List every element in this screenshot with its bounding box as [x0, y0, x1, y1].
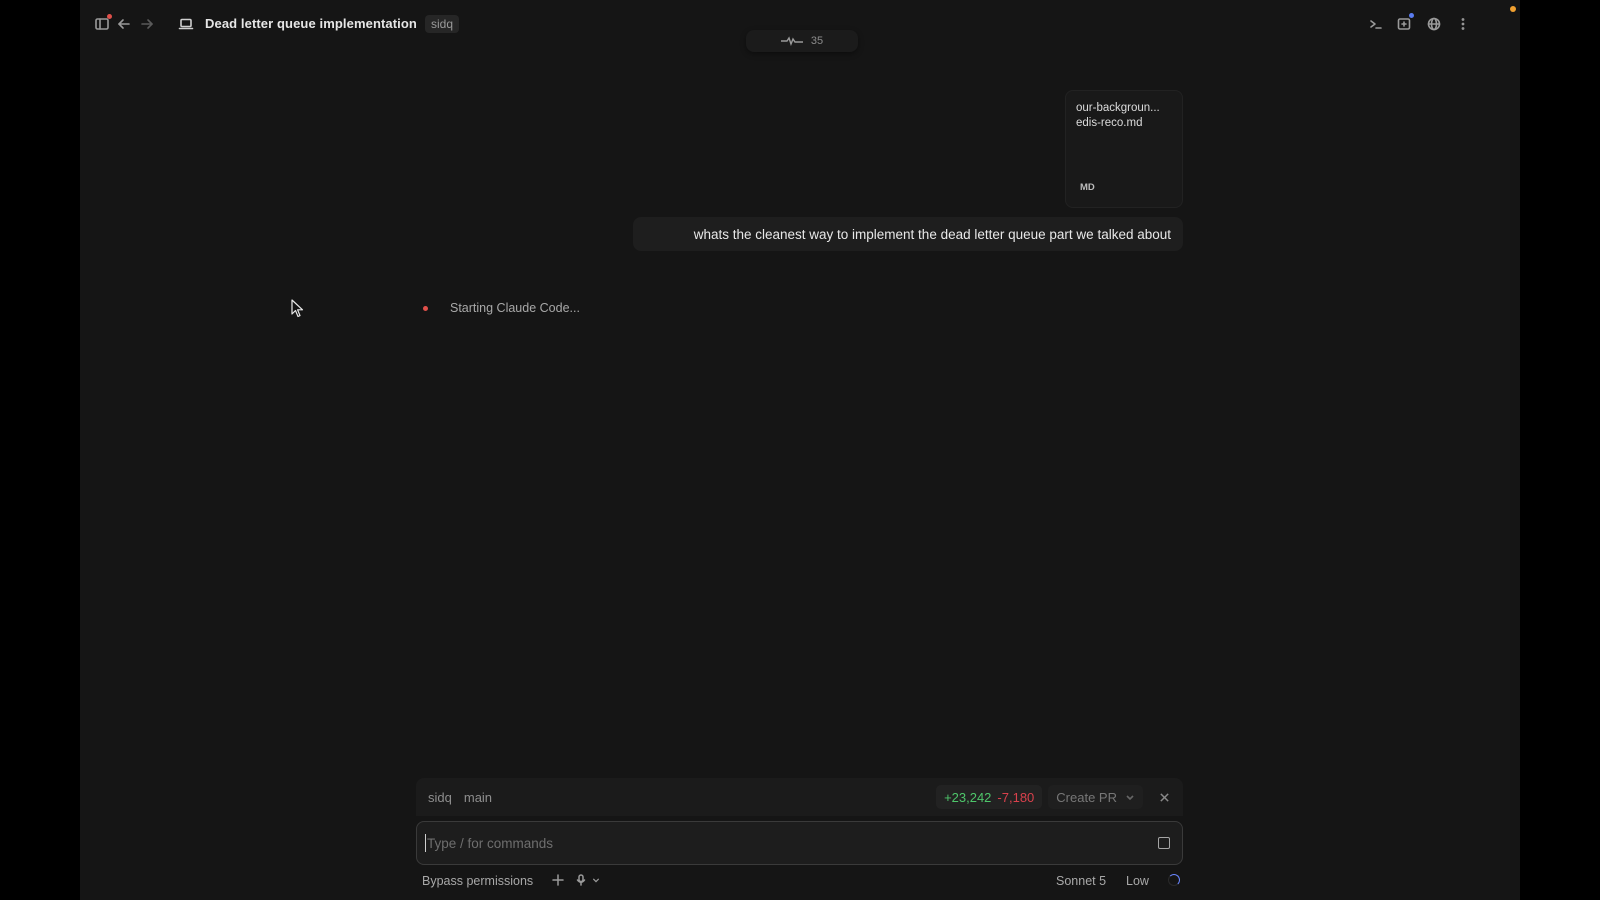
new-window-icon[interactable] — [1394, 13, 1414, 34]
more-vertical-icon[interactable] — [1453, 14, 1473, 34]
sidebar-toggle-icon[interactable] — [92, 14, 112, 34]
conversation-title[interactable]: Dead letter queue implementation — [205, 16, 417, 31]
prompt-input[interactable] — [425, 834, 1125, 852]
additions-count: +23,242 — [944, 789, 992, 805]
loading-spinner-icon — [1168, 874, 1180, 886]
create-pr-button[interactable]: Create PR — [1048, 785, 1143, 809]
diff-stats[interactable]: +23,242 -7,180 — [936, 785, 1043, 809]
attachment-name-line2: edis-reco.md — [1076, 117, 1143, 129]
globe-icon[interactable] — [1424, 14, 1444, 34]
repo-name[interactable]: sidq — [428, 790, 452, 805]
attachment-card[interactable]: our-backgroun... edis-reco.md MD — [1065, 90, 1183, 208]
status-text: Starting Claude Code... — [450, 301, 580, 315]
laptop-icon — [176, 14, 196, 34]
plus-icon[interactable] — [551, 872, 565, 888]
composer — [416, 821, 1183, 865]
activity-wave-icon — [780, 36, 803, 46]
status-dot-orange — [1510, 6, 1516, 12]
close-icon[interactable] — [1157, 790, 1171, 804]
deletions-count: -7,180 — [997, 789, 1035, 805]
app-window: Dead letter queue implementation sidq 35… — [80, 0, 1520, 900]
activity-count: 35 — [810, 35, 824, 47]
user-message: whats the cleanest way to implement the … — [633, 217, 1183, 251]
forward-arrow-icon[interactable] — [137, 14, 157, 34]
terminal-icon[interactable] — [1366, 14, 1386, 34]
chevron-down-icon[interactable] — [1125, 790, 1135, 805]
update-dot — [1409, 13, 1414, 18]
model-selector[interactable]: Sonnet 5 — [1056, 874, 1106, 888]
effort-selector[interactable]: Low — [1126, 874, 1149, 888]
back-arrow-icon[interactable] — [114, 14, 134, 34]
branch-bar: sidq main +23,242 -7,180 Create PR — [416, 778, 1183, 816]
mouse-cursor-icon — [291, 299, 304, 318]
attachment-type: MD — [1080, 182, 1095, 193]
create-pr-label: Create PR — [1056, 789, 1117, 805]
microphone-icon[interactable] — [575, 873, 605, 887]
stop-icon[interactable] — [1158, 837, 1170, 849]
top-bar: Dead letter queue implementation sidq 35 — [80, 0, 1520, 52]
permissions-mode[interactable]: Bypass permissions — [422, 874, 533, 888]
attachment-name-line1: our-backgroun... — [1076, 102, 1160, 114]
notification-dot — [107, 14, 112, 19]
activity-indicator[interactable]: 35 — [746, 30, 858, 52]
composer-footer: Bypass permissions Sonnet 5 Low — [416, 872, 1183, 890]
status-dot — [423, 306, 428, 311]
repo-tag: sidq — [425, 15, 460, 33]
mic-chevron-down-icon[interactable] — [592, 876, 600, 884]
branch-name[interactable]: main — [464, 790, 492, 805]
